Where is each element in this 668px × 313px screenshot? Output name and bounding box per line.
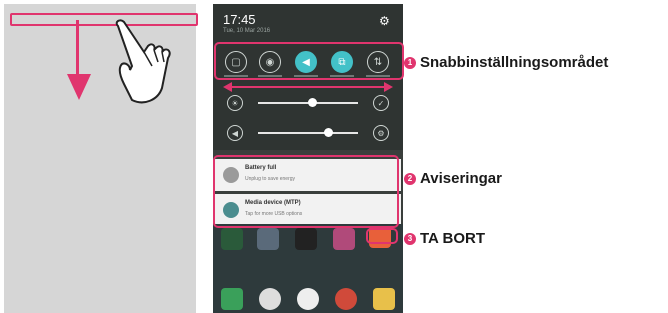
- callout-notifications: 2 Aviseringar: [404, 170, 502, 187]
- callout-number: 1: [404, 56, 416, 69]
- play-store-icon[interactable]: [257, 228, 279, 250]
- volume-settings-gear-icon[interactable]: ⚙: [373, 125, 389, 141]
- volume-slider[interactable]: [258, 132, 358, 134]
- quick-settings-highlight: [214, 42, 404, 80]
- swipe-illustration-panel: [4, 4, 198, 313]
- swipe-down-arrow-icon: [67, 74, 91, 100]
- callout-label: Aviseringar: [420, 170, 502, 187]
- app-icon[interactable]: [221, 228, 243, 250]
- apps-drawer-icon[interactable]: [297, 288, 319, 310]
- auto-brightness-check-icon[interactable]: ✓: [373, 95, 389, 111]
- status-time: 17:45: [223, 12, 256, 27]
- callout-number: 3: [404, 232, 416, 245]
- scroll-arrow-icon: [223, 82, 393, 92]
- camera-icon[interactable]: [295, 228, 317, 250]
- swipe-arrow-shaft: [76, 20, 79, 76]
- phone-icon[interactable]: [221, 288, 243, 310]
- callout-label: TA BORT: [420, 230, 485, 247]
- clear-button-highlight: [366, 228, 398, 244]
- notifications-highlight: [213, 155, 399, 228]
- volume-icon: ◀: [227, 125, 243, 141]
- chrome-icon[interactable]: [335, 288, 357, 310]
- callout-quick-settings: 1 Snabbinställningsområdet: [404, 54, 608, 71]
- callout-number: 2: [404, 172, 416, 185]
- callout-label: Snabbinställningsområdet: [420, 54, 609, 71]
- status-date: Tue, 10 Mar 2016: [223, 28, 271, 34]
- contacts-icon[interactable]: [259, 288, 281, 310]
- volume-slider-knob[interactable]: [324, 128, 333, 137]
- brightness-icon: ☀: [227, 95, 243, 111]
- pointing-hand-icon: [115, 19, 171, 104]
- brightness-slider-knob[interactable]: [308, 98, 317, 107]
- messages-icon[interactable]: [373, 288, 395, 310]
- callout-clear: 3 TA BORT: [404, 230, 485, 247]
- settings-gear-icon[interactable]: ⚙: [379, 14, 390, 28]
- gallery-icon[interactable]: [333, 228, 355, 250]
